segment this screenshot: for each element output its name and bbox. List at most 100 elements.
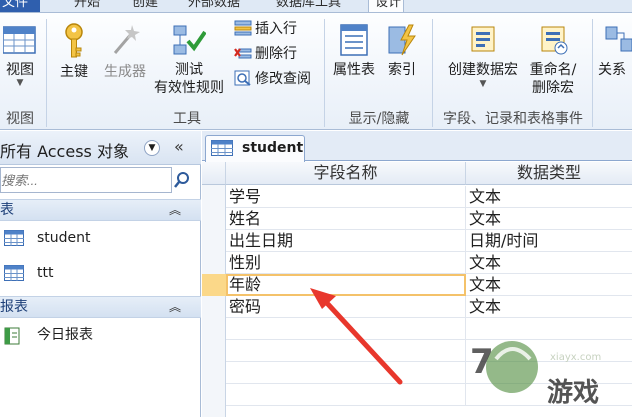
table-icon <box>4 265 24 281</box>
indexes-button[interactable]: 索引 <box>382 23 422 79</box>
builder-button[interactable]: 生成器 <box>100 23 150 81</box>
nav-item-student[interactable]: student <box>0 223 201 253</box>
table-view-icon <box>3 26 36 54</box>
data-type-cell[interactable]: 文本 <box>466 252 632 274</box>
dropdown-arrow-icon: ▼ <box>479 79 487 89</box>
table-row[interactable]: 性别 文本 <box>226 252 632 274</box>
property-sheet-button[interactable]: 属性表 <box>330 23 378 79</box>
rename-macro-icon <box>541 26 568 55</box>
table-icon <box>4 230 24 246</box>
current-row-selector[interactable] <box>202 274 226 296</box>
create-data-macros-button[interactable]: 创建数据宏 ▼ <box>444 23 522 89</box>
indexes-label: 索引 <box>388 62 416 78</box>
nav-header: 所有 Access 对象 ▼ « <box>0 131 201 165</box>
view-label: 视图 <box>6 62 34 78</box>
table-row[interactable]: 密码 文本 <box>226 296 632 318</box>
collapse-chevron-icon[interactable]: ︽ <box>169 297 181 317</box>
delete-row-icon <box>234 48 252 59</box>
data-type-cell[interactable]: 文本 <box>466 296 632 318</box>
data-type-cell[interactable]: 日期/时间 <box>466 230 632 252</box>
field-name-cell[interactable]: 学号 <box>226 186 466 208</box>
rename-delete-macro-label-1: 重命名/ <box>529 62 577 78</box>
nav-item-label: 今日报表 <box>37 327 93 343</box>
tab-database-tools[interactable]: 数据库工具 <box>276 0 341 12</box>
group-label-view: 视图 <box>6 111 34 127</box>
nav-menu-dropdown-icon[interactable]: ▼ <box>144 140 160 156</box>
modify-lookups-label: 修改查阅 <box>255 71 311 87</box>
field-name-cell-empty[interactable] <box>226 318 466 340</box>
view-dropdown-arrow-icon: ▼ <box>16 78 24 88</box>
insert-row-icon <box>234 20 252 36</box>
insert-row-button[interactable]: 插入行 <box>234 20 297 38</box>
tab-design[interactable]: 设计 <box>368 0 404 12</box>
nav-section-reports[interactable]: 报表 ︽ <box>0 296 201 318</box>
view-button[interactable]: 视图 ▼ <box>0 23 40 88</box>
column-header-data-type[interactable]: 数据类型 <box>466 162 632 185</box>
nav-section-tables[interactable]: 表 ︽ <box>0 199 201 221</box>
primary-key-label: 主键 <box>60 64 88 80</box>
data-type-cell[interactable]: 文本 <box>466 208 632 230</box>
field-name-cell-empty[interactable] <box>226 384 466 406</box>
group-label-show-hide: 显示/隐藏 <box>348 111 410 127</box>
modify-lookups-button[interactable]: 修改查阅 <box>234 70 311 88</box>
key-icon <box>65 23 83 58</box>
field-name-cell[interactable]: 出生日期 <box>226 230 466 252</box>
rename-delete-macro-button[interactable]: 重命名/ 删除宏 <box>524 23 582 97</box>
builder-label: 生成器 <box>104 64 146 80</box>
nav-item-today-report[interactable]: 今日报表 <box>0 320 201 350</box>
magic-wand-icon <box>113 25 140 54</box>
report-icon <box>4 327 20 345</box>
field-name-cell[interactable]: 性别 <box>226 252 466 274</box>
document-tab-strip: student <box>202 131 632 162</box>
group-separator <box>46 19 47 127</box>
tab-home[interactable]: 开始 <box>74 0 100 12</box>
field-name-cell[interactable]: 年龄 <box>226 274 466 296</box>
tab-file[interactable]: 文件 <box>0 0 40 12</box>
nav-item-label: student <box>37 230 91 246</box>
tab-create[interactable]: 创建 <box>132 0 158 12</box>
test-validation-rules-button[interactable]: 测试 有效性规则 <box>150 23 228 97</box>
table-row[interactable]: 出生日期 日期/时间 <box>226 230 632 252</box>
nav-search-input[interactable] <box>0 167 172 193</box>
field-name-cell[interactable]: 密码 <box>226 296 466 318</box>
group-separator <box>324 19 325 127</box>
index-lightning-icon <box>388 24 416 56</box>
field-name-cell[interactable]: 姓名 <box>226 208 466 230</box>
collapse-chevron-icon[interactable]: ︽ <box>169 200 181 220</box>
nav-section-reports-label: 报表 <box>0 299 28 315</box>
watermark-logo: 7 游戏 <box>470 341 599 408</box>
primary-key-button[interactable]: 主键 <box>54 23 94 81</box>
data-type-cell[interactable]: 文本 <box>466 186 632 208</box>
data-type-cell[interactable]: 文本 <box>466 274 632 296</box>
insert-row-label: 插入行 <box>255 21 297 37</box>
delete-row-button[interactable]: 删除行 <box>234 45 297 63</box>
group-label-tools: 工具 <box>173 111 201 127</box>
create-data-macros-label: 创建数据宏 <box>448 62 518 78</box>
table-row[interactable]: 学号 文本 <box>226 186 632 208</box>
column-header-field-name[interactable]: 字段名称 <box>226 162 466 185</box>
group-separator <box>432 19 433 127</box>
delete-row-label: 删除行 <box>255 46 297 62</box>
table-row[interactable]: 姓名 文本 <box>226 208 632 230</box>
group-separator <box>592 19 593 127</box>
field-name-cell-empty[interactable] <box>226 340 466 362</box>
nav-section-tables-label: 表 <box>0 202 14 218</box>
shutter-bar-collapse-icon[interactable]: « <box>174 137 184 156</box>
relationships-label: 关系 <box>598 62 626 78</box>
ribbon-tab-strip: 文件 开始 创建 外部数据 数据库工具 设计 <box>0 0 632 13</box>
data-macro-icon <box>471 26 495 52</box>
grid-corner <box>202 162 226 185</box>
svg-text:7: 7 <box>470 342 494 382</box>
relationships-button[interactable]: 关系 <box>598 23 632 79</box>
test-validation-label-2: 有效性规则 <box>154 80 224 96</box>
tab-external-data[interactable]: 外部数据 <box>188 0 240 12</box>
property-sheet-label: 属性表 <box>333 62 375 78</box>
nav-item-ttt[interactable]: ttt <box>0 258 201 288</box>
table-row-current[interactable]: 年龄 文本 <box>226 274 632 296</box>
field-name-cell-empty[interactable] <box>226 362 466 384</box>
document-tab-student[interactable]: student <box>205 135 305 162</box>
nav-title[interactable]: 所有 Access 对象 <box>0 138 129 162</box>
lookup-icon <box>234 70 251 86</box>
search-icon[interactable] <box>172 167 196 193</box>
property-sheet-icon <box>340 24 368 56</box>
